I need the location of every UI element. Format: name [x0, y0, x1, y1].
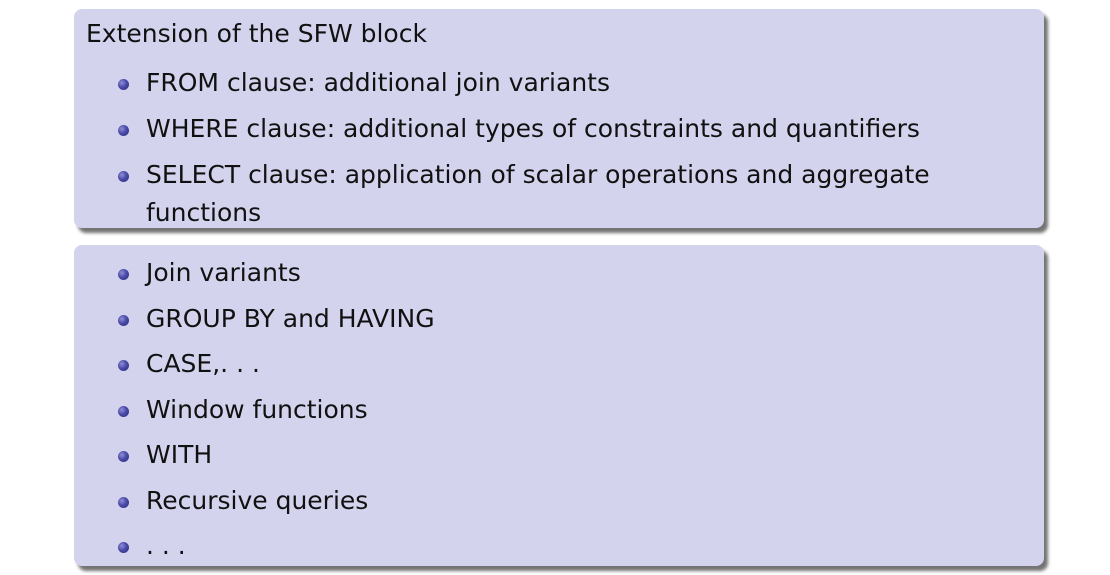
- list-item: CASE,. . .: [74, 345, 1044, 391]
- block-intro-text: Extension of the SFW block: [86, 19, 427, 48]
- list-item: Recursive queries: [74, 482, 1044, 528]
- list-item-text: Window functions: [146, 394, 368, 424]
- list-item-text: Recursive queries: [146, 485, 369, 515]
- list-item-text: CASE,. . .: [146, 349, 260, 378]
- list-item: GROUP BY and HAVING: [74, 300, 1044, 346]
- bullet-icon: [118, 360, 129, 371]
- list-item-text: GROUP BY and HAVING: [146, 303, 435, 333]
- topics-block: Join variants GROUP BY and HAVING CASE,.…: [74, 245, 1044, 566]
- list-item-text: WITH: [146, 440, 213, 469]
- bullet-icon: [118, 269, 129, 280]
- list-item-text: Join variants: [146, 258, 301, 287]
- bullet-icon: [118, 451, 129, 462]
- list-item: WITH: [74, 436, 1044, 482]
- list-item: FROM clause: additional join variants: [74, 64, 1044, 110]
- list-item: Window functions: [74, 391, 1044, 437]
- bullet-icon: [118, 542, 129, 553]
- list-item: Join variants: [74, 254, 1044, 300]
- list-item: . . .: [74, 527, 1044, 573]
- bullet-icon: [118, 405, 129, 417]
- bullet-icon: [118, 125, 129, 136]
- list-item-text: FROM clause: additional join variants: [146, 68, 610, 97]
- list-item: SELECT clause: application of scalar ope…: [74, 156, 1044, 232]
- bullet-icon: [118, 496, 129, 508]
- sfw-extension-list: FROM clause: additional join variants WH…: [74, 64, 1044, 232]
- list-item: WHERE clause: additional types of constr…: [74, 110, 1044, 156]
- list-item-text: SELECT clause: application of scalar ope…: [146, 160, 930, 227]
- bullet-icon: [118, 314, 129, 326]
- bullet-icon: [118, 79, 129, 90]
- bullet-icon: [118, 171, 129, 182]
- summary-block: Extension of the SFW block FROM clause: …: [74, 9, 1044, 228]
- list-item-text: WHERE clause: additional types of constr…: [146, 114, 920, 143]
- list-item-text: . . .: [146, 531, 186, 560]
- topics-list: Join variants GROUP BY and HAVING CASE,.…: [74, 254, 1044, 573]
